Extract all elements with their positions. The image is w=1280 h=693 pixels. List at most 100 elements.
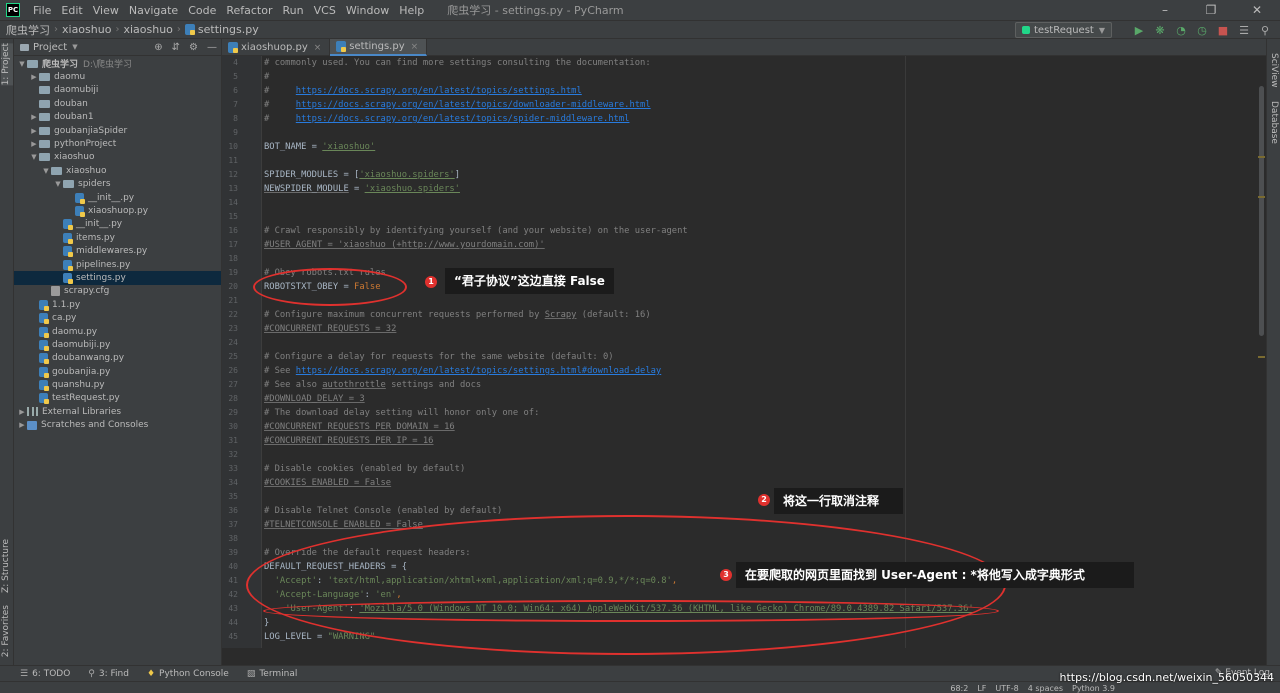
code-line[interactable]: # Crawl responsibly by identifying yours… <box>264 224 688 238</box>
menu-view[interactable]: View <box>88 4 124 17</box>
menu-code[interactable]: Code <box>183 4 221 17</box>
menu-window[interactable]: Window <box>341 4 394 17</box>
tree-item[interactable]: settings.py <box>14 271 221 285</box>
editor-scrollbar[interactable] <box>1256 56 1266 648</box>
code-line[interactable]: #CONCURRENT_REQUESTS_PER_DOMAIN = 16 <box>264 420 455 434</box>
warning-stripe[interactable] <box>1258 156 1265 158</box>
collapsed-arrow-icon[interactable]: ▶ <box>17 408 27 416</box>
collapsed-arrow-icon[interactable]: ▶ <box>29 140 39 148</box>
breadcrumb-item[interactable]: settings.py <box>184 23 259 36</box>
find-tool-tab[interactable]: ⚲ 3: Find <box>88 669 129 679</box>
debug-icon[interactable]: ❋ <box>1151 22 1169 39</box>
code-line[interactable]: #COOKIES_ENABLED = False <box>264 476 391 490</box>
close-icon[interactable]: ✕ <box>1234 0 1280 20</box>
code-line[interactable]: #USER_AGENT = 'xiaoshuo (+http://www.you… <box>264 238 545 252</box>
code-line[interactable]: #DOWNLOAD_DELAY = 3 <box>264 392 365 406</box>
python-console-tool-tab[interactable]: ♦ Python Console <box>147 669 229 679</box>
chevron-down-icon[interactable]: ▼ <box>72 43 77 51</box>
code-line[interactable]: #CONCURRENT_REQUESTS_PER_IP = 16 <box>264 434 433 448</box>
code-line[interactable]: # The download delay setting will honor … <box>264 406 539 420</box>
tree-item[interactable]: ▶ pythonProject <box>14 137 221 150</box>
tab-settings-py[interactable]: settings.py × <box>330 39 428 56</box>
scroll-thumb[interactable] <box>1259 86 1264 336</box>
tree-item[interactable]: douban <box>14 97 221 110</box>
tree-item[interactable]: ▶ daomu <box>14 70 221 83</box>
code-line[interactable]: # See https://docs.scrapy.org/en/latest/… <box>264 364 661 378</box>
tree-item[interactable]: quanshu.py <box>14 378 221 392</box>
code-line[interactable]: # See also autothrottle settings and doc… <box>264 378 481 392</box>
tab-xiaoshuop-py[interactable]: xiaoshuop.py × <box>222 39 331 56</box>
database-tool-tab[interactable]: Database <box>1269 101 1279 144</box>
indent-setting[interactable]: 4 spaces <box>1028 684 1063 693</box>
locate-icon[interactable]: ⊕ <box>154 42 162 53</box>
code-line[interactable]: NEWSPIDER_MODULE = 'xiaoshuo.spiders' <box>264 182 460 196</box>
tree-item[interactable]: middlewares.py <box>14 244 221 258</box>
tree-item[interactable]: __init__.py <box>14 191 221 204</box>
expanded-arrow-icon[interactable]: ▼ <box>41 167 51 175</box>
tree-item[interactable]: ▼ xiaoshuo <box>14 151 221 164</box>
menu-edit[interactable]: Edit <box>56 4 87 17</box>
menu-help[interactable]: Help <box>394 4 429 17</box>
collapsed-arrow-icon[interactable]: ▶ <box>29 127 39 135</box>
close-tab-icon[interactable]: × <box>411 42 419 52</box>
run-config-selector[interactable]: testRequest ▼ <box>1015 22 1112 38</box>
code-line[interactable]: # Configure maximum concurrent requests … <box>264 308 651 322</box>
tree-item[interactable]: ca.py <box>14 311 221 325</box>
hide-icon[interactable]: — <box>207 42 217 53</box>
code-line[interactable]: } <box>264 616 269 630</box>
coverage-icon[interactable]: ◔ <box>1172 22 1190 39</box>
code-line[interactable]: # https://docs.scrapy.org/en/latest/topi… <box>264 84 582 98</box>
collapsed-arrow-icon[interactable]: ▶ <box>29 73 39 81</box>
todo-tool-tab[interactable]: ☰ 6: TODO <box>20 669 70 679</box>
tree-item[interactable]: ▼ spiders <box>14 178 221 191</box>
code-line[interactable]: # Disable cookies (enabled by default) <box>264 462 465 476</box>
minimize-icon[interactable]: – <box>1142 0 1188 20</box>
expanded-arrow-icon[interactable]: ▼ <box>17 60 27 68</box>
tree-item[interactable]: daomubiji <box>14 84 221 97</box>
menu-run[interactable]: Run <box>278 4 309 17</box>
collapsed-arrow-icon[interactable]: ▶ <box>17 421 27 429</box>
stop-icon[interactable]: ■ <box>1214 22 1232 39</box>
tree-item[interactable]: goubanjia.py <box>14 365 221 378</box>
project-tool-tab[interactable]: 1: Project <box>1 43 13 86</box>
code-line[interactable]: # https://docs.scrapy.org/en/latest/topi… <box>264 98 651 112</box>
terminal-tool-tab[interactable]: ▧ Terminal <box>247 669 298 679</box>
menu-file[interactable]: File <box>28 4 56 17</box>
breadcrumb-item[interactable]: xiaoshuo <box>123 23 172 36</box>
collapsed-arrow-icon[interactable]: ▶ <box>29 113 39 121</box>
code-line[interactable]: # Disable Telnet Console (enabled by def… <box>264 504 502 518</box>
line-separator[interactable]: LF <box>977 684 986 693</box>
gear-icon[interactable]: ⚙ <box>189 42 198 53</box>
vcs-icon[interactable]: ☰ <box>1235 22 1253 39</box>
close-tab-icon[interactable]: × <box>314 43 322 53</box>
code-line[interactable]: # commonly used. You can find more setti… <box>264 56 651 70</box>
tree-item[interactable]: ▶ goubanjiaSpider <box>14 124 221 137</box>
structure-tool-tab[interactable]: Z: Structure <box>1 539 11 593</box>
python-interpreter[interactable]: Python 3.9 <box>1072 684 1115 693</box>
code-line[interactable]: #CONCURRENT_REQUESTS = 32 <box>264 322 396 336</box>
warning-stripe[interactable] <box>1258 196 1265 198</box>
tree-item[interactable]: 1.1.py <box>14 298 221 311</box>
tree-item[interactable]: ▶ External Libraries <box>14 405 221 418</box>
search-everywhere-icon[interactable]: ⚲ <box>1256 22 1274 39</box>
tree-item[interactable]: ▶ Scratches and Consoles <box>14 419 221 432</box>
code-line[interactable]: BOT_NAME = 'xiaoshuo' <box>264 140 375 154</box>
tree-item[interactable]: doubanwang.py <box>14 352 221 365</box>
tree-item[interactable]: testRequest.py <box>14 392 221 405</box>
tree-item[interactable]: __init__.py <box>14 218 221 231</box>
menu-refactor[interactable]: Refactor <box>221 4 277 17</box>
expanded-arrow-icon[interactable]: ▼ <box>29 153 39 161</box>
restore-icon[interactable]: ❐ <box>1188 0 1234 20</box>
sciview-tool-tab[interactable]: SciView <box>1269 53 1279 88</box>
favorites-tool-tab[interactable]: 2: Favorites <box>1 605 11 657</box>
code-line[interactable]: # <box>264 70 269 84</box>
collapse-all-icon[interactable]: ⇵ <box>172 42 180 53</box>
tree-item[interactable]: ▼ 爬虫学习 D:\爬虫学习 <box>14 57 221 70</box>
warning-stripe[interactable] <box>1258 356 1265 358</box>
tree-item[interactable]: xiaoshuop.py <box>14 204 221 217</box>
tree-item[interactable]: scrapy.cfg <box>14 285 221 298</box>
project-panel-title[interactable]: Project <box>33 42 67 53</box>
tree-item[interactable]: pipelines.py <box>14 258 221 271</box>
code-line[interactable]: SPIDER_MODULES = ['xiaoshuo.spiders'] <box>264 168 460 182</box>
code-line[interactable]: # https://docs.scrapy.org/en/latest/topi… <box>264 112 629 126</box>
